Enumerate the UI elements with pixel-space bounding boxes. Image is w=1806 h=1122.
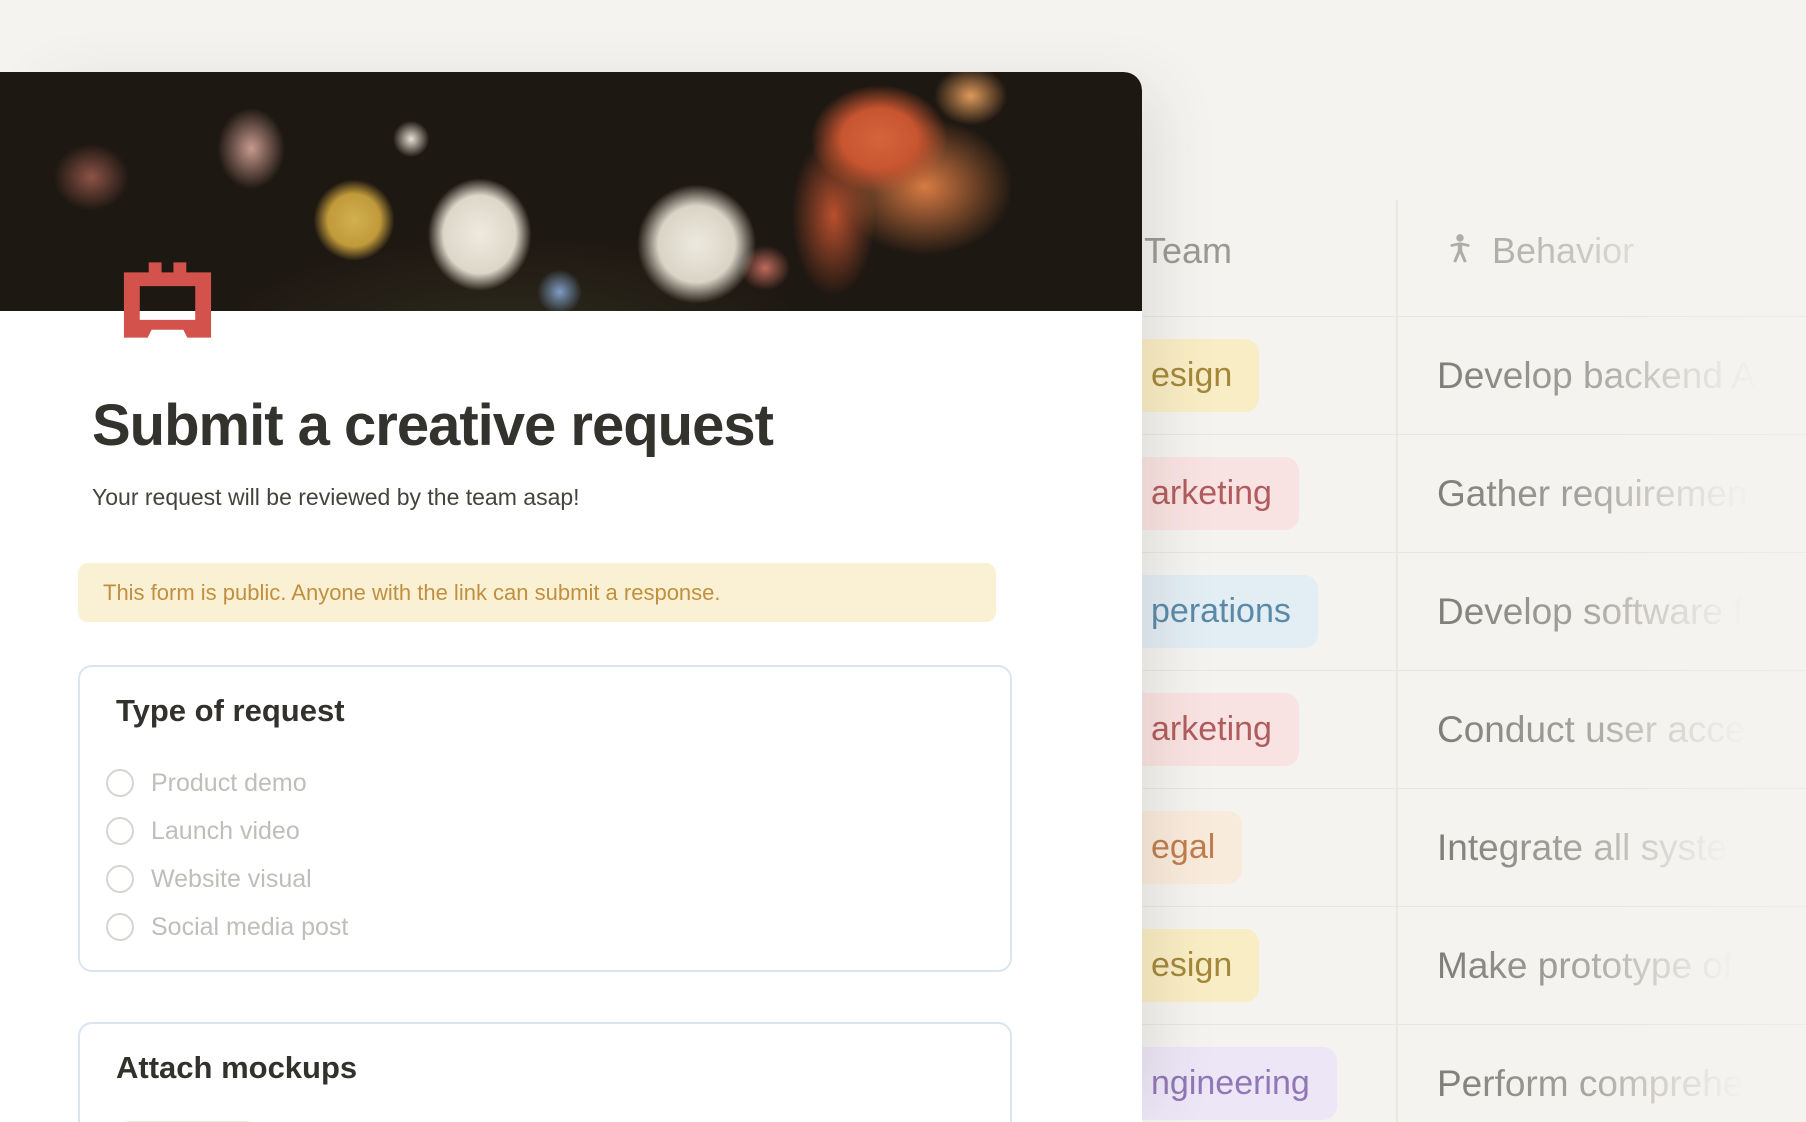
behavior-cell: Integrate all syste <box>1437 789 1727 906</box>
radio-option-list: Product demo Launch video Website visual So… <box>80 759 1010 951</box>
behavior-cell: Perform comprehe <box>1437 1025 1743 1122</box>
table-row: ngineering Perform comprehe <box>1142 1025 1806 1122</box>
radio-option[interactable]: Product demo <box>80 759 1010 807</box>
behavior-cell: Develop software f <box>1437 553 1743 670</box>
radio-option-label: Website visual <box>151 865 312 894</box>
behavior-cell: Develop backend A <box>1437 317 1756 434</box>
table-row: arketing Gather requiremen <box>1142 435 1806 553</box>
question-title: Type of request <box>116 693 345 729</box>
team-tag: esign <box>1142 339 1259 412</box>
radio-option[interactable]: Launch video <box>80 807 1010 855</box>
column-header-behavior-label: Behavior <box>1492 230 1634 272</box>
public-form-notice-text: This form is public. Anyone with the lin… <box>103 580 721 605</box>
form-title: Submit a creative request <box>92 390 773 462</box>
radio-option[interactable]: Website visual <box>80 855 1010 903</box>
public-form-notice: This form is public. Anyone with the lin… <box>78 563 996 622</box>
column-header-team: Team <box>1144 186 1232 316</box>
radio-circle-icon[interactable] <box>106 865 134 893</box>
page: Team Behavior esignDevelop backend Aarke… <box>0 0 1806 1122</box>
team-tag: arketing <box>1142 693 1299 766</box>
person-icon <box>1442 231 1478 272</box>
behavior-cell: Make prototype of <box>1437 907 1733 1024</box>
team-tag: perations <box>1142 575 1318 648</box>
table-row: arketing Conduct user acce <box>1142 671 1806 789</box>
table-body: esign Develop backend A arketing Gather req… <box>1142 317 1806 1122</box>
question-title: Attach mockups <box>116 1050 357 1086</box>
team-tag: ngineering <box>1142 1047 1337 1120</box>
table-row: egal Integrate all syste <box>1142 789 1806 907</box>
radio-option-label: Product demo <box>151 769 307 798</box>
table-row: perations Develop software f <box>1142 553 1806 671</box>
question-card-type-of-request: Type of request Product demo Launch video… <box>78 665 1012 972</box>
behavior-cell: Conduct user acce <box>1437 671 1746 788</box>
table-header-row: Team Behavior <box>1142 186 1806 317</box>
radio-circle-icon[interactable] <box>106 817 134 845</box>
team-tag: esign <box>1142 929 1259 1002</box>
radio-circle-icon[interactable] <box>106 913 134 941</box>
behavior-cell: Gather requiremen <box>1437 435 1748 552</box>
column-divider <box>1396 200 1398 1122</box>
team-tag: arketing <box>1142 457 1299 530</box>
radio-option-label: Social media post <box>151 913 348 942</box>
radio-option-label: Launch video <box>151 817 300 846</box>
team-tag: egal <box>1142 811 1242 884</box>
form-card: Submit a creative request Your request w… <box>0 72 1142 1122</box>
table-row: esign Develop backend A <box>1142 317 1806 435</box>
frame-icon <box>118 260 217 348</box>
radio-circle-icon[interactable] <box>106 769 134 797</box>
form-subtitle: Your request will be reviewed by the tea… <box>92 484 580 511</box>
background-table: Team Behavior esignDevelop backend Aarke… <box>1142 186 1806 1122</box>
radio-option[interactable]: Social media post <box>80 903 1010 951</box>
question-card-attach-mockups: Attach mockups <box>78 1022 1012 1122</box>
table-row: esign Make prototype of <box>1142 907 1806 1025</box>
column-header-behavior: Behavior <box>1442 186 1634 316</box>
